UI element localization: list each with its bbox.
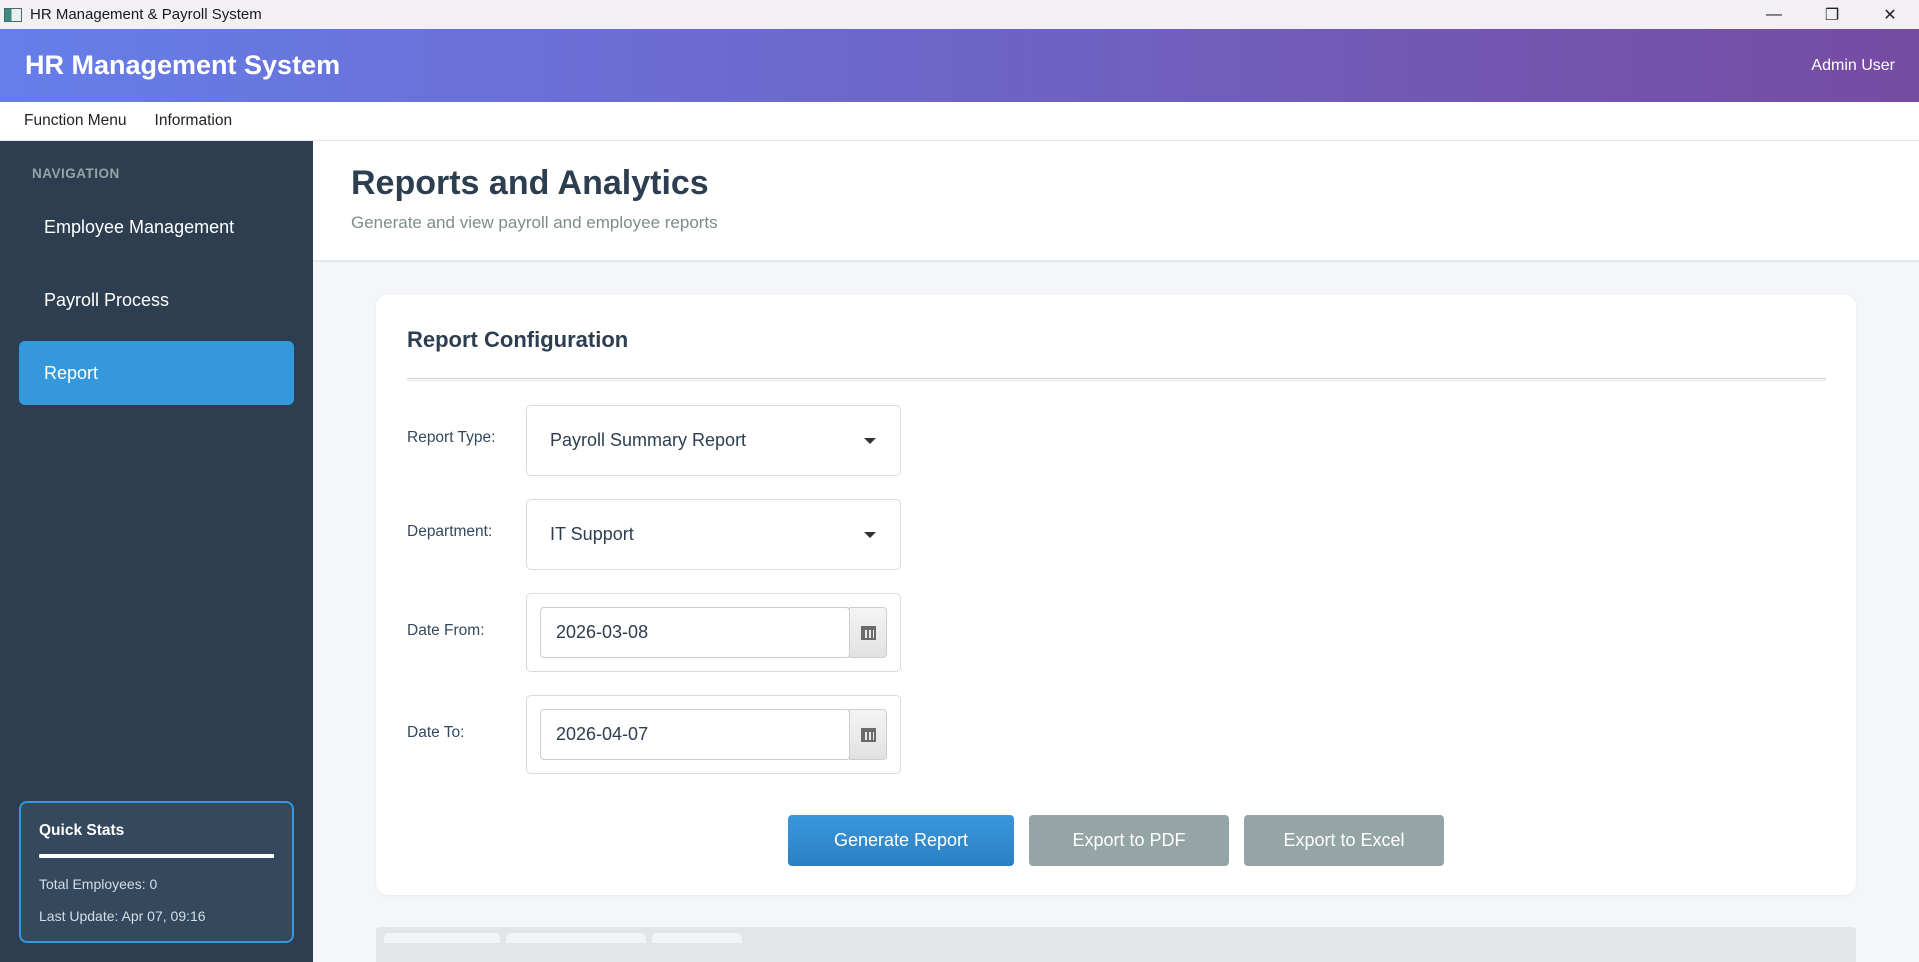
- page-header: Reports and Analytics Generate and view …: [313, 141, 1919, 262]
- app-title: HR Management System: [25, 50, 341, 80]
- window-title: HR Management & Payroll System: [30, 6, 262, 23]
- window-controls: — ❐ ✕: [1745, 0, 1919, 29]
- minimize-icon[interactable]: —: [1745, 0, 1803, 29]
- chevron-down-icon: [864, 532, 876, 538]
- results-tab[interactable]: [384, 933, 500, 943]
- card-title: Report Configuration: [407, 327, 629, 352]
- restore-icon[interactable]: ❐: [1803, 0, 1861, 29]
- department-label: Department:: [407, 523, 493, 540]
- quick-stats-title: Quick Stats: [39, 822, 125, 839]
- close-icon[interactable]: ✕: [1861, 0, 1919, 29]
- date-to-input[interactable]: 2026-04-07: [540, 709, 850, 760]
- sidebar-item-employee-management[interactable]: Employee Management: [19, 195, 294, 259]
- menu-function-menu[interactable]: Function Menu: [24, 112, 127, 130]
- app-window-icon: [4, 7, 22, 22]
- page-subtitle: Generate and view payroll and employee r…: [351, 213, 718, 232]
- date-to-picker: 2026-04-07: [526, 695, 901, 774]
- results-tab[interactable]: [506, 933, 646, 943]
- date-from-label: Date From:: [407, 622, 485, 639]
- date-from-input[interactable]: 2026-03-08: [540, 607, 850, 658]
- menu-information[interactable]: Information: [155, 112, 233, 130]
- calendar-icon: [860, 625, 876, 640]
- card-divider: [407, 378, 1826, 381]
- results-tab-strip: [376, 927, 1856, 962]
- chevron-down-icon: [864, 438, 876, 444]
- date-to-calendar-button[interactable]: [849, 709, 887, 760]
- export-pdf-button[interactable]: Export to PDF: [1029, 815, 1229, 866]
- app-header: HR Management System Admin User: [0, 29, 1919, 102]
- quick-stats-panel: Quick Stats Total Employees: 0 Last Upda…: [19, 801, 294, 943]
- sidebar-item-label: Payroll Process: [44, 289, 170, 310]
- page-title: Reports and Analytics: [351, 164, 709, 202]
- sidebar-item-payroll-process[interactable]: Payroll Process: [19, 268, 294, 332]
- generate-report-button[interactable]: Generate Report: [788, 815, 1014, 866]
- last-update-stat: Last Update: Apr 07, 09:16: [39, 908, 206, 924]
- total-employees-stat: Total Employees: 0: [39, 876, 158, 892]
- results-tab[interactable]: [652, 933, 742, 943]
- menu-bar: Function Menu Information: [0, 102, 1919, 141]
- window-titlebar: HR Management & Payroll System — ❐ ✕: [0, 0, 1919, 29]
- main-content: Reports and Analytics Generate and view …: [313, 141, 1919, 962]
- date-to-label: Date To:: [407, 724, 465, 741]
- user-label[interactable]: Admin User: [1811, 57, 1895, 75]
- sidebar-section-label: NAVIGATION: [32, 166, 120, 181]
- calendar-icon: [860, 727, 876, 742]
- sidebar-item-label: Employee Management: [44, 216, 235, 237]
- sidebar-item-label: Report: [44, 362, 99, 383]
- report-type-select[interactable]: Payroll Summary Report: [526, 405, 901, 476]
- department-value: IT Support: [550, 524, 634, 544]
- report-type-label: Report Type:: [407, 429, 496, 446]
- department-select[interactable]: IT Support: [526, 499, 901, 570]
- quick-stats-divider: [39, 854, 274, 858]
- date-from-picker: 2026-03-08: [526, 593, 901, 672]
- sidebar-item-report[interactable]: Report: [19, 341, 294, 405]
- report-configuration-card: Report Configuration Report Type: Payrol…: [376, 295, 1856, 895]
- report-type-value: Payroll Summary Report: [550, 430, 747, 450]
- date-from-calendar-button[interactable]: [849, 607, 887, 658]
- export-excel-button[interactable]: Export to Excel: [1244, 815, 1444, 866]
- sidebar: NAVIGATION Employee Management Payroll P…: [0, 141, 313, 962]
